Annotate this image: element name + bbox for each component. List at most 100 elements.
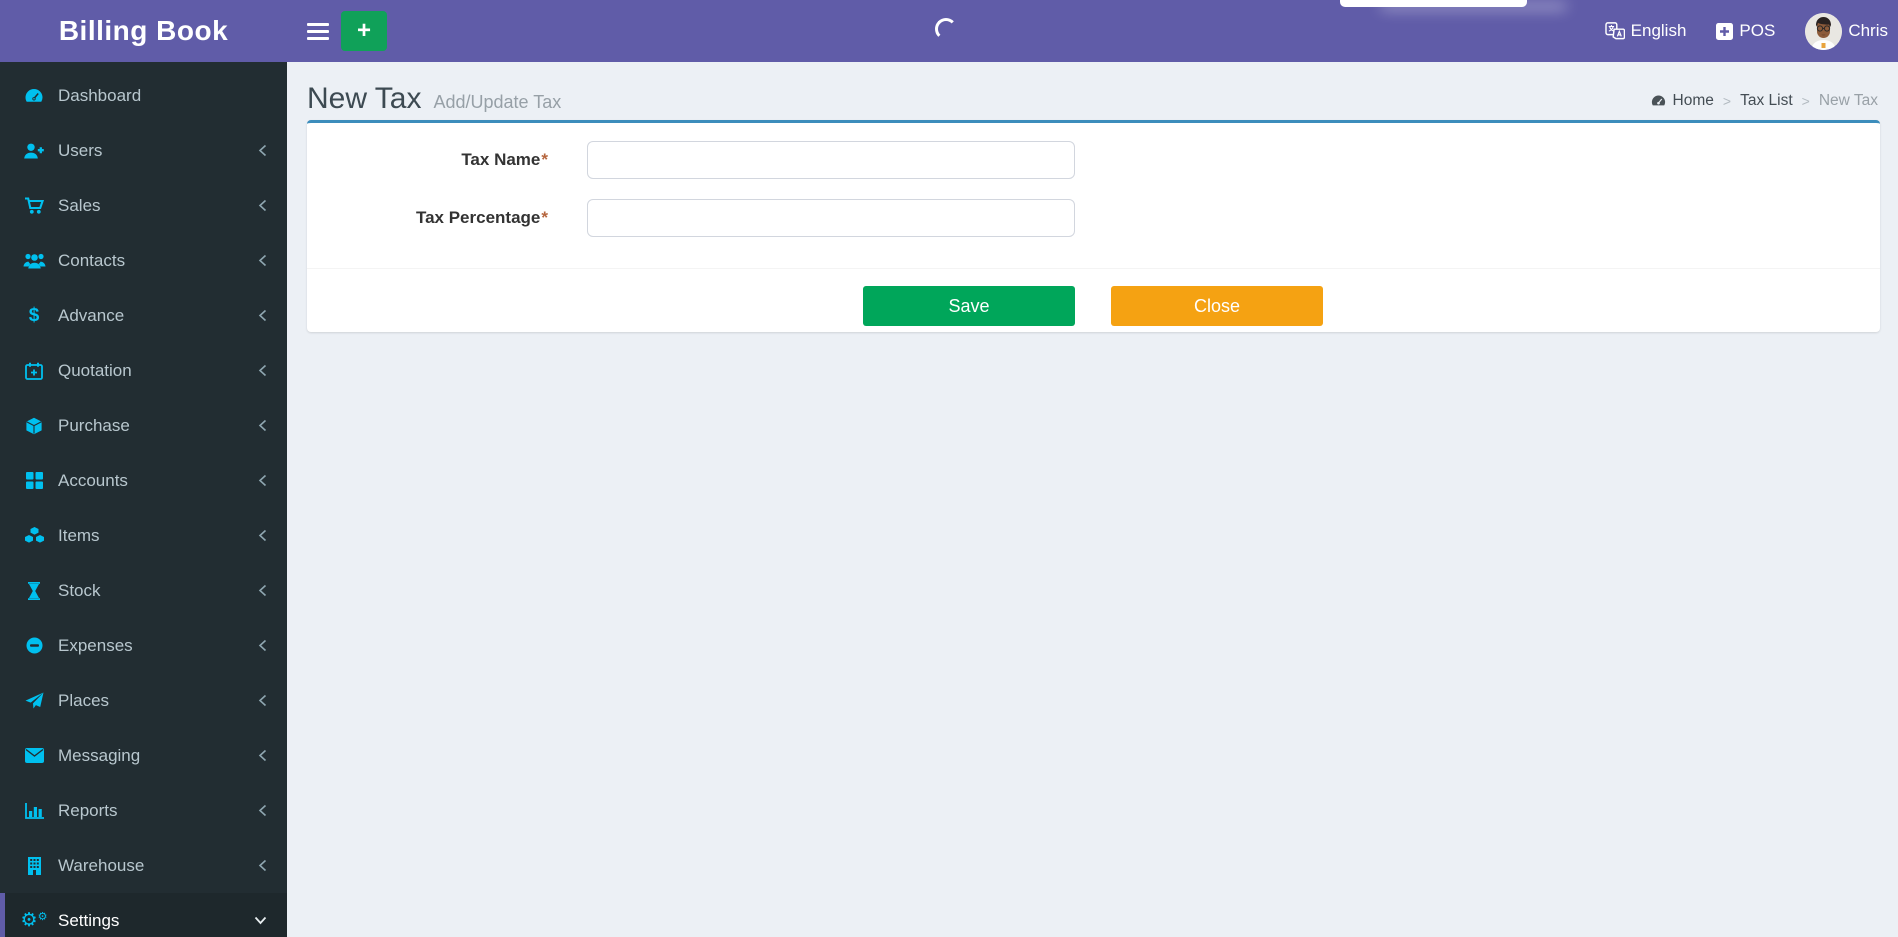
sidebar-item-purchase[interactable]: Purchase	[0, 398, 287, 453]
minus-circle-icon	[22, 637, 46, 654]
cubes-icon	[22, 527, 46, 544]
sidebar-item-label: Items	[58, 525, 100, 545]
paper-plane-icon	[22, 692, 46, 710]
user-plus-icon	[22, 142, 46, 160]
chevron-left-icon	[258, 639, 267, 652]
sidebar-item-label: Sales	[58, 195, 101, 215]
sidebar-item-label: Dashboard	[58, 85, 142, 105]
gears-icon: ⚙ ⚙	[20, 909, 48, 931]
sidebar-item-warehouse[interactable]: Warehouse	[0, 838, 287, 893]
chevron-left-icon	[258, 584, 267, 597]
bar-chart-icon	[22, 802, 46, 819]
required-marker: *	[541, 208, 548, 227]
main-content: New Tax Add/Update Tax Home > Tax List >…	[287, 62, 1898, 937]
top-navbar: Billing Book + English POS Chris	[0, 0, 1898, 62]
page-title: New Tax	[307, 82, 422, 115]
sidebar-item-accounts[interactable]: Accounts	[0, 453, 287, 508]
dashboard-icon	[1650, 94, 1667, 108]
dollar-icon: $	[28, 304, 40, 326]
sidebar-toggle-button[interactable]	[301, 11, 335, 51]
save-button[interactable]: Save	[863, 286, 1075, 326]
tax-form-card: Tax Name* Tax Percentage* Save Close	[307, 120, 1880, 332]
chevron-left-icon	[258, 199, 267, 212]
sidebar-item-places[interactable]: Places	[0, 673, 287, 728]
tax-percentage-label: Tax Percentage*	[415, 208, 548, 227]
chevron-left-icon	[258, 144, 267, 157]
sidebar-item-label: Warehouse	[58, 855, 145, 875]
breadcrumb-home-link[interactable]: Home	[1650, 92, 1714, 110]
chevron-left-icon	[258, 419, 267, 432]
tax-name-input[interactable]	[587, 141, 1075, 179]
sidebar-item-quotation[interactable]: Quotation	[0, 343, 287, 398]
user-menu[interactable]: Chris	[1803, 9, 1890, 54]
chevron-left-icon	[258, 859, 267, 872]
chevron-left-icon	[258, 804, 267, 817]
sidebar-item-settings[interactable]: ⚙ ⚙ Settings	[0, 893, 287, 937]
tax-name-label: Tax Name*	[461, 150, 548, 169]
breadcrumb-taxlist-link[interactable]: Tax List	[1740, 92, 1793, 110]
cart-icon	[22, 196, 46, 215]
sidebar-item-items[interactable]: Items	[0, 508, 287, 563]
chevron-left-icon	[258, 309, 267, 322]
pos-button[interactable]: POS	[1714, 17, 1777, 45]
cube-icon	[22, 417, 46, 435]
sidebar-item-users[interactable]: Users	[0, 123, 287, 178]
sidebar-item-label: Expenses	[58, 635, 133, 655]
chevron-left-icon	[258, 529, 267, 542]
language-menu[interactable]: English	[1603, 17, 1689, 45]
avatar	[1805, 12, 1843, 50]
sidebar-item-expenses[interactable]: Expenses	[0, 618, 287, 673]
chevron-left-icon	[258, 749, 267, 762]
quick-add-button[interactable]: +	[341, 11, 387, 51]
page-subtitle: Add/Update Tax	[433, 92, 562, 112]
close-button[interactable]: Close	[1111, 286, 1323, 326]
breadcrumb-current: New Tax	[1818, 92, 1878, 109]
sidebar-item-label: Quotation	[58, 360, 132, 380]
chevron-left-icon	[258, 254, 267, 267]
hourglass-icon	[22, 581, 46, 600]
app-logo[interactable]: Billing Book	[0, 0, 287, 62]
pos-label: POS	[1739, 21, 1776, 40]
sidebar-item-label: Settings	[58, 910, 120, 930]
calendar-plus-icon	[22, 362, 46, 380]
breadcrumb: Home > Tax List > New Tax	[1650, 92, 1878, 120]
user-name: Chris	[1848, 21, 1888, 40]
sidebar-item-dashboard[interactable]: Dashboard	[0, 68, 287, 123]
dashboard-icon	[22, 87, 46, 105]
content-header: New Tax Add/Update Tax Home > Tax List >…	[287, 62, 1898, 120]
chevron-left-icon	[258, 474, 267, 487]
chevron-left-icon	[258, 364, 267, 377]
sidebar-item-sales[interactable]: Sales	[0, 178, 287, 233]
grid-icon	[22, 472, 46, 489]
breadcrumb-separator: >	[1722, 93, 1732, 109]
language-icon	[1604, 22, 1625, 40]
sidebar-item-stock[interactable]: Stock	[0, 563, 287, 618]
sidebar-item-label: Contacts	[58, 250, 126, 270]
language-label: English	[1630, 21, 1687, 40]
users-icon	[22, 252, 46, 269]
envelope-icon	[22, 748, 46, 763]
sidebar-item-messaging[interactable]: Messaging	[0, 728, 287, 783]
required-marker: *	[541, 150, 548, 169]
browser-artifact	[1340, 0, 1527, 7]
sidebar-item-reports[interactable]: Reports	[0, 783, 287, 838]
form-footer: Save Close	[307, 268, 1880, 332]
sidebar-item-label: Users	[58, 140, 103, 160]
sidebar: Dashboard Users Sales Contacts $ Advance…	[0, 62, 287, 937]
plus-square-icon	[1716, 22, 1734, 40]
sidebar-item-label: Messaging	[58, 745, 141, 765]
sidebar-item-advance[interactable]: $ Advance	[0, 288, 287, 343]
sidebar-item-label: Purchase	[58, 415, 130, 435]
sidebar-item-label: Advance	[58, 305, 125, 325]
sidebar-item-label: Stock	[58, 580, 101, 600]
sidebar-item-contacts[interactable]: Contacts	[0, 233, 287, 288]
loading-spinner-icon	[935, 18, 957, 40]
building-icon	[22, 856, 46, 875]
breadcrumb-separator: >	[1801, 93, 1810, 109]
chevron-down-icon	[254, 916, 267, 925]
tax-percentage-input[interactable]	[587, 199, 1075, 237]
sidebar-item-label: Reports	[58, 800, 118, 820]
sidebar-item-label: Places	[58, 690, 110, 710]
chevron-left-icon	[258, 694, 267, 707]
sidebar-item-label: Accounts	[58, 470, 128, 490]
